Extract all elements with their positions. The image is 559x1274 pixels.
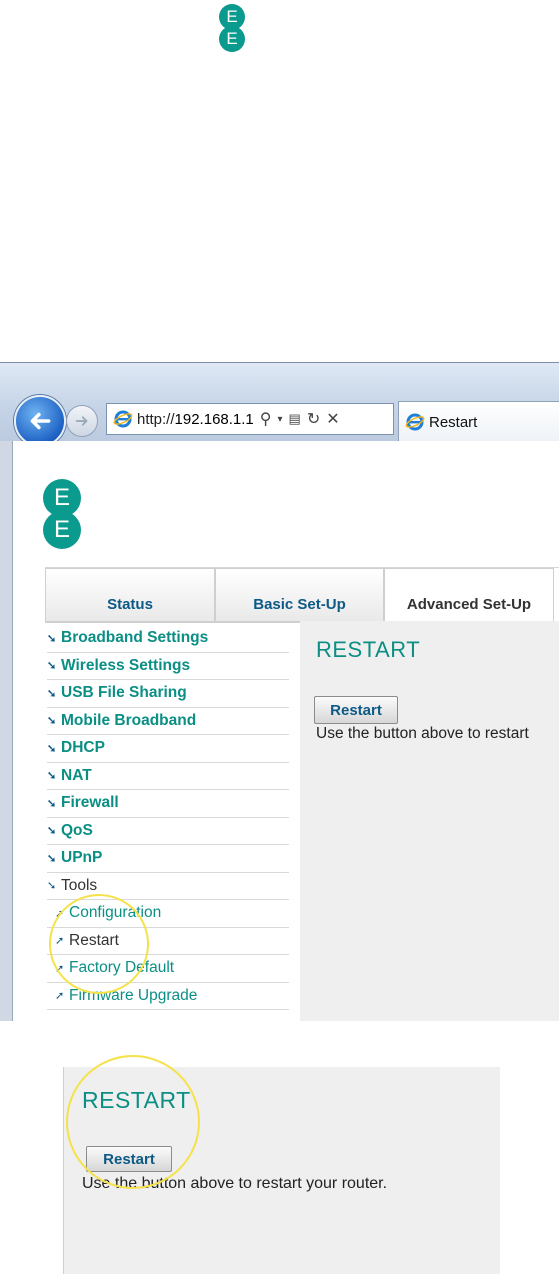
chevron-down-icon: ➘	[47, 632, 57, 645]
sidebar-item-nat[interactable]: ➘ NAT	[47, 763, 289, 790]
stop-icon[interactable]: ✕	[326, 409, 339, 429]
sidebar-item-qos[interactable]: ➘ QoS	[47, 818, 289, 845]
tab-advanced-set-up[interactable]: Advanced Set-Up	[384, 568, 554, 623]
arrow-left-icon	[30, 412, 51, 430]
sidebar-item-usb-file-sharing[interactable]: ➘ USB File Sharing	[47, 680, 289, 708]
sidebar-subitem-firmware-upgrade[interactable]: ➚ Firmware Upgrade	[47, 983, 289, 1010]
arrow-right-icon	[75, 416, 88, 426]
browser-toolbar: http://192.168.1.1 ⚲ ▾ ▤ ↻ ✕ Restart	[0, 363, 559, 447]
sidebar-item-broadband-settings[interactable]: ➘ Broadband Settings	[47, 625, 289, 653]
browser-tab[interactable]: Restart	[398, 401, 559, 442]
chevron-down-icon: ➘	[47, 770, 57, 783]
page-title: RESTART	[316, 637, 421, 662]
back-button[interactable]	[14, 395, 66, 447]
sidebar-subitem-factory-default[interactable]: ➚ Factory Default	[47, 955, 289, 983]
sidebar-item-wireless-settings[interactable]: ➘ Wireless Settings	[47, 653, 289, 680]
chevron-down-icon: ➘	[47, 742, 57, 755]
chevron-right-icon: ➚	[55, 907, 65, 920]
ee-logo-dot-bottom: E	[219, 26, 245, 52]
forward-button[interactable]	[66, 405, 98, 437]
zoom-page-title: RESTART	[82, 1087, 191, 1113]
restart-panel: RESTART Restart Use the button above to …	[300, 621, 559, 1021]
sidebar-subitem-configuration[interactable]: ➚ Configuration	[47, 900, 289, 928]
address-bar[interactable]: http://192.168.1.1 ⚲ ▾ ▤ ↻ ✕	[106, 403, 394, 435]
chevron-right-icon: ➚	[55, 990, 65, 1003]
chevron-down-icon: ➘	[47, 660, 57, 673]
restart-description: Use the button above to restart	[316, 725, 529, 742]
ee-logo: E E	[43, 479, 81, 549]
zoom-restart-button[interactable]: Restart	[86, 1146, 172, 1172]
address-url: http://192.168.1.1	[137, 410, 254, 428]
zoom-inset: RESTART Restart Use the button above to …	[63, 1067, 500, 1274]
main-nav-tabs: Status Basic Set-Up Advanced Set-Up	[45, 567, 559, 623]
tab-status[interactable]: Status	[45, 568, 215, 623]
ee-logo: E E	[219, 4, 245, 52]
chevron-down-icon: ➘	[47, 880, 57, 893]
chevron-down-icon: ➘	[47, 825, 57, 838]
zoom-restart-description: Use the button above to restart your rou…	[82, 1175, 388, 1192]
tab-basic-set-up[interactable]: Basic Set-Up	[215, 568, 384, 623]
sidebar-item-dhcp[interactable]: ➘ DHCP	[47, 735, 289, 763]
chevron-right-icon: ➚	[55, 935, 65, 948]
compatibility-view-icon[interactable]: ▤	[289, 411, 301, 427]
tab-title: Restart	[429, 413, 478, 431]
sidebar: ➘ Broadband Settings ➘ Wireless Settings ➘…	[47, 625, 289, 1010]
dropdown-icon[interactable]: ▾	[278, 414, 283, 425]
chevron-down-icon: ➘	[47, 687, 57, 700]
page-content: E E Status Basic Set-Up Advanced Set-Up …	[12, 441, 559, 1021]
refresh-icon[interactable]: ↻	[307, 409, 320, 429]
sidebar-item-tools[interactable]: ➘ Tools	[47, 873, 289, 900]
chevron-right-icon: ➚	[55, 962, 65, 975]
search-icon[interactable]: ⚲	[260, 409, 272, 429]
browser-window: http://192.168.1.1 ⚲ ▾ ▤ ↻ ✕ Restart E E…	[0, 362, 559, 1021]
sidebar-item-upnp[interactable]: ➘ UPnP	[47, 845, 289, 873]
sidebar-item-firewall[interactable]: ➘ Firewall	[47, 790, 289, 818]
ee-logo-dot-bottom: E	[43, 511, 81, 549]
sidebar-item-mobile-broadband[interactable]: ➘ Mobile Broadband	[47, 708, 289, 735]
chevron-down-icon: ➘	[47, 852, 57, 865]
restart-button[interactable]: Restart	[314, 696, 398, 724]
ie-logo-icon	[113, 410, 133, 428]
chevron-down-icon: ➘	[47, 797, 57, 810]
chevron-down-icon: ➘	[47, 715, 57, 728]
sidebar-subitem-restart[interactable]: ➚ Restart	[47, 928, 289, 955]
ie-logo-icon	[405, 413, 425, 431]
